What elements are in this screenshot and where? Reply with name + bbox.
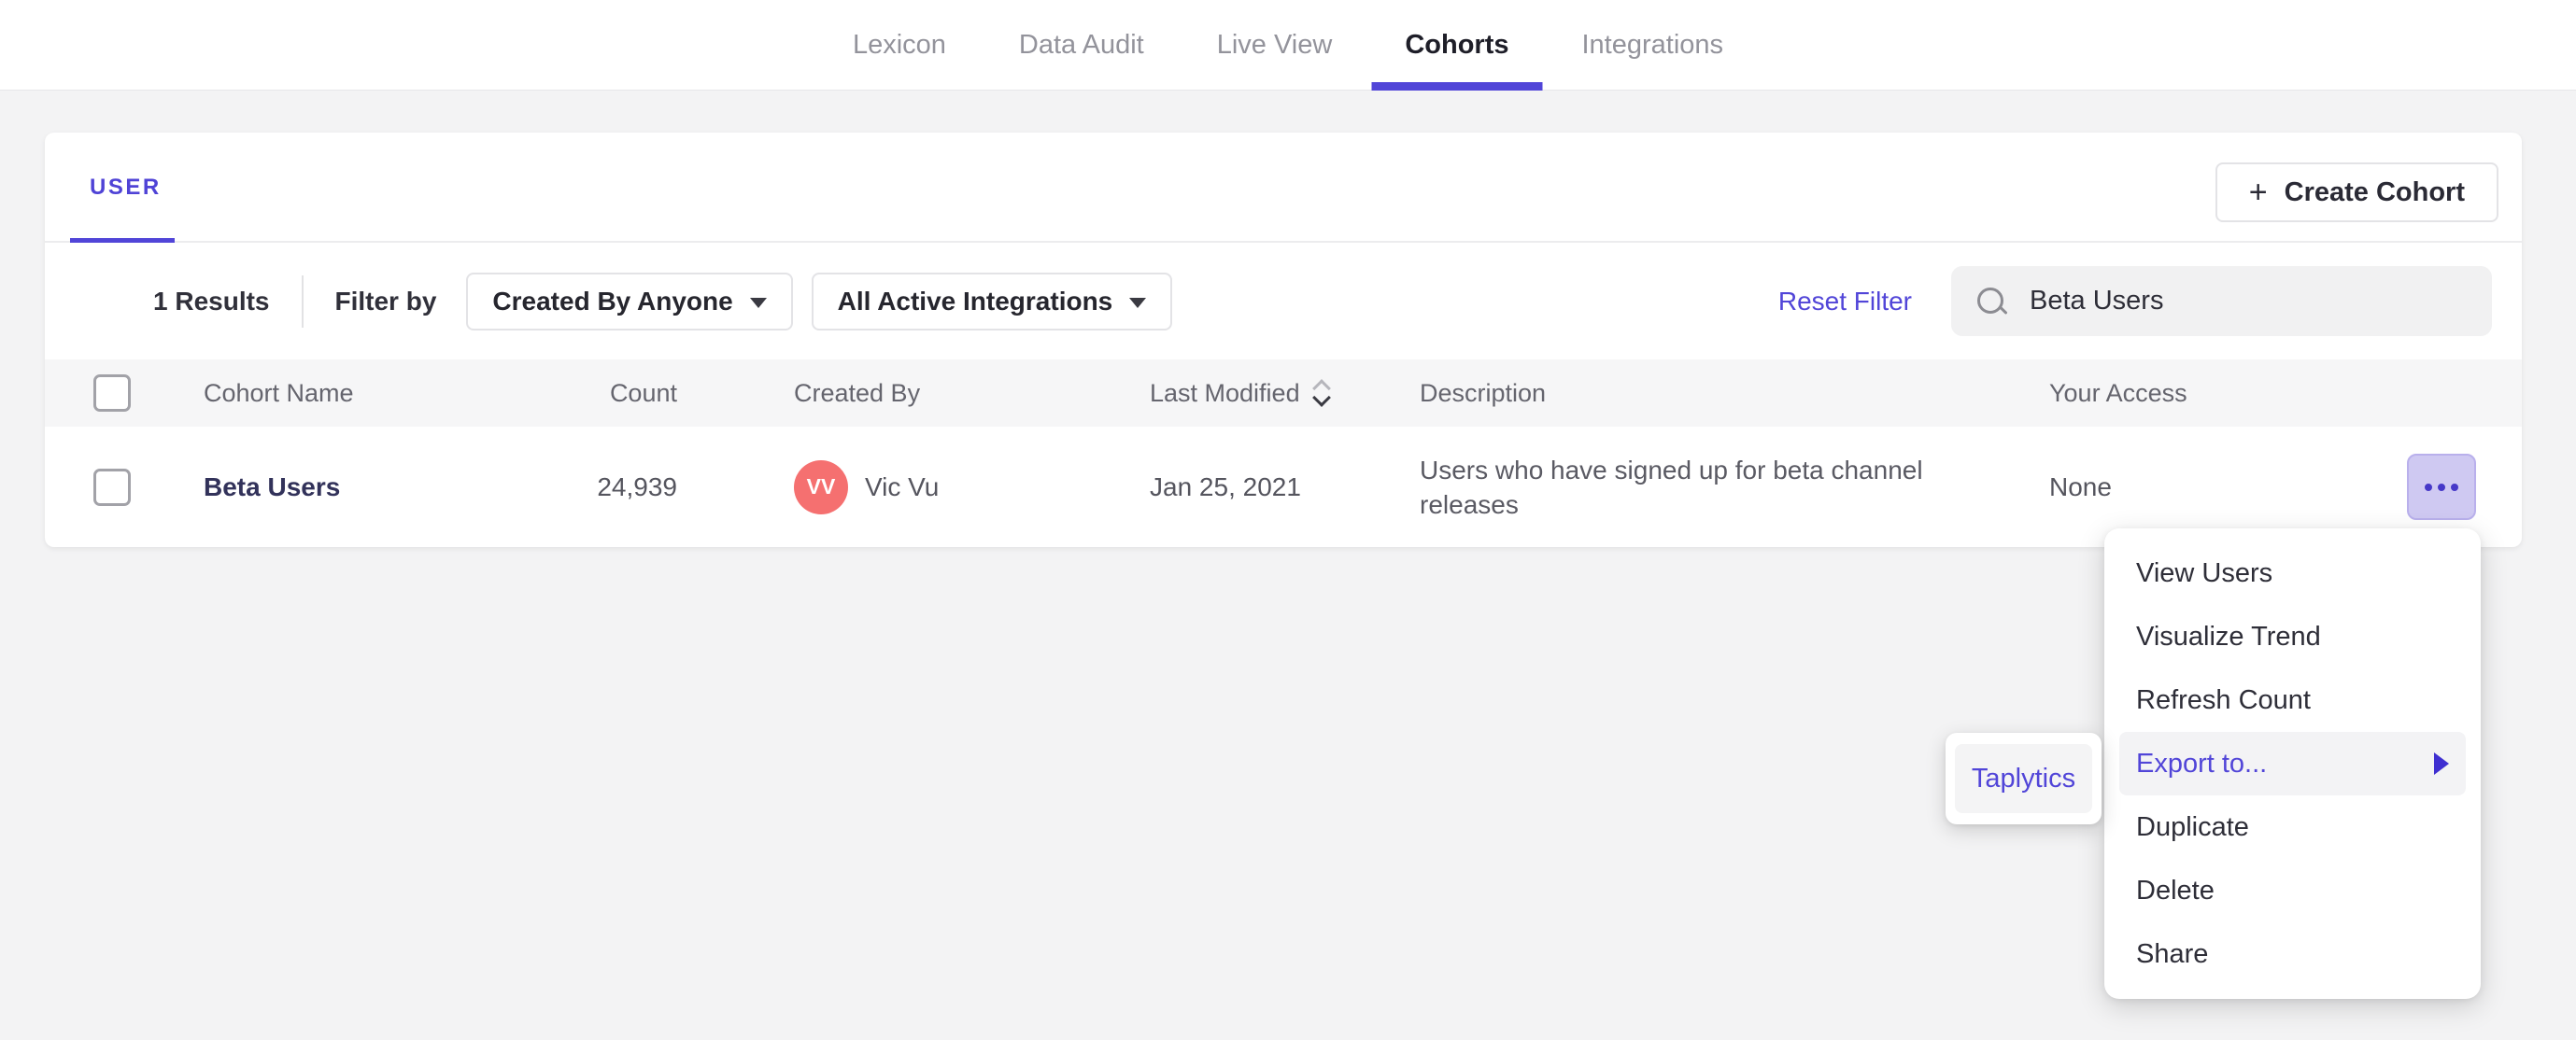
integrations-dropdown-value: All Active Integrations xyxy=(837,286,1113,316)
search-input[interactable] xyxy=(2030,286,2470,316)
column-header-created-by: Created By xyxy=(794,378,921,407)
column-header-count: Count xyxy=(609,378,677,407)
cohort-count: 24,939 xyxy=(597,471,677,501)
cohorts-panel: USER + Create Cohort 1 Results Filter by… xyxy=(45,133,2522,547)
tab-live-view[interactable]: Live View xyxy=(1217,0,1333,91)
search-icon xyxy=(1975,286,2007,317)
column-header-last-modified: Last Modified xyxy=(1150,378,1300,407)
results-count: 1 Results xyxy=(153,286,270,316)
search-box[interactable] xyxy=(1951,266,2492,336)
plus-icon: + xyxy=(2248,175,2268,210)
column-header-description: Description xyxy=(1420,378,1547,407)
menu-item-export-to[interactable]: Export to... xyxy=(2119,732,2466,795)
column-header-your-access: Your Access xyxy=(2049,378,2187,407)
filter-bar: 1 Results Filter by Created By Anyone Al… xyxy=(45,243,2522,359)
created-by-dropdown[interactable]: Created By Anyone xyxy=(466,272,793,330)
tab-cohorts[interactable]: Cohorts xyxy=(1371,0,1543,91)
top-nav: Lexicon Data Audit Live View Cohorts Int… xyxy=(0,0,2576,91)
tab-data-audit[interactable]: Data Audit xyxy=(1019,0,1144,91)
chevron-down-icon xyxy=(749,297,767,308)
export-to-label: Export to... xyxy=(2136,748,2268,779)
menu-item-share[interactable]: Share xyxy=(2104,922,2481,986)
select-all-checkbox[interactable] xyxy=(93,374,131,412)
tab-integrations[interactable]: Integrations xyxy=(1582,0,1724,91)
filter-by-label: Filter by xyxy=(334,286,437,316)
user-tab-indicator xyxy=(70,238,175,243)
created-by-name: Vic Vu xyxy=(865,471,940,501)
more-dots-icon xyxy=(2438,483,2445,491)
integrations-dropdown[interactable]: All Active Integrations xyxy=(811,272,1173,330)
reset-filter-link[interactable]: Reset Filter xyxy=(1778,287,1912,316)
menu-item-delete[interactable]: Delete xyxy=(2104,859,2481,922)
active-tab-indicator xyxy=(1371,81,1543,91)
cohort-description: Users who have signed up for beta channe… xyxy=(1420,455,1923,519)
more-dots-icon xyxy=(2425,483,2432,491)
row-checkbox[interactable] xyxy=(93,468,131,506)
menu-item-duplicate[interactable]: Duplicate xyxy=(2104,795,2481,859)
tab-cohorts-label: Cohorts xyxy=(1405,29,1509,60)
cohort-type-tabs: USER + Create Cohort xyxy=(45,133,2522,243)
more-dots-icon xyxy=(2451,483,2458,491)
column-header-cohort-name: Cohort Name xyxy=(204,378,354,407)
chevron-down-icon xyxy=(1129,297,1147,308)
sort-icon[interactable] xyxy=(1311,379,1332,407)
tab-lexicon[interactable]: Lexicon xyxy=(853,0,946,91)
tab-user[interactable]: USER xyxy=(70,133,181,243)
export-submenu: Taplytics xyxy=(1946,733,2102,824)
submenu-arrow-icon xyxy=(2434,752,2449,775)
your-access-value: None xyxy=(2049,471,2112,501)
menu-item-visualize-trend[interactable]: Visualize Trend xyxy=(2104,605,2481,668)
cohort-actions-menu: View Users Visualize Trend Refresh Count… xyxy=(2104,528,2481,999)
menu-item-view-users[interactable]: View Users xyxy=(2104,541,2481,605)
table-header-row: Cohort Name Count Created By Last Modifi… xyxy=(45,359,2522,427)
divider xyxy=(301,274,304,328)
submenu-item-taplytics[interactable]: Taplytics xyxy=(1955,744,2092,813)
created-by-dropdown-value: Created By Anyone xyxy=(492,286,733,316)
last-modified-date: Jan 25, 2021 xyxy=(1150,471,1301,501)
create-cohort-label: Create Cohort xyxy=(2284,176,2465,207)
cohort-name-link[interactable]: Beta Users xyxy=(204,472,340,501)
avatar: VV xyxy=(794,459,848,514)
menu-item-refresh-count[interactable]: Refresh Count xyxy=(2104,668,2481,732)
more-actions-button[interactable] xyxy=(2407,454,2476,520)
create-cohort-button[interactable]: + Create Cohort xyxy=(2215,162,2498,222)
